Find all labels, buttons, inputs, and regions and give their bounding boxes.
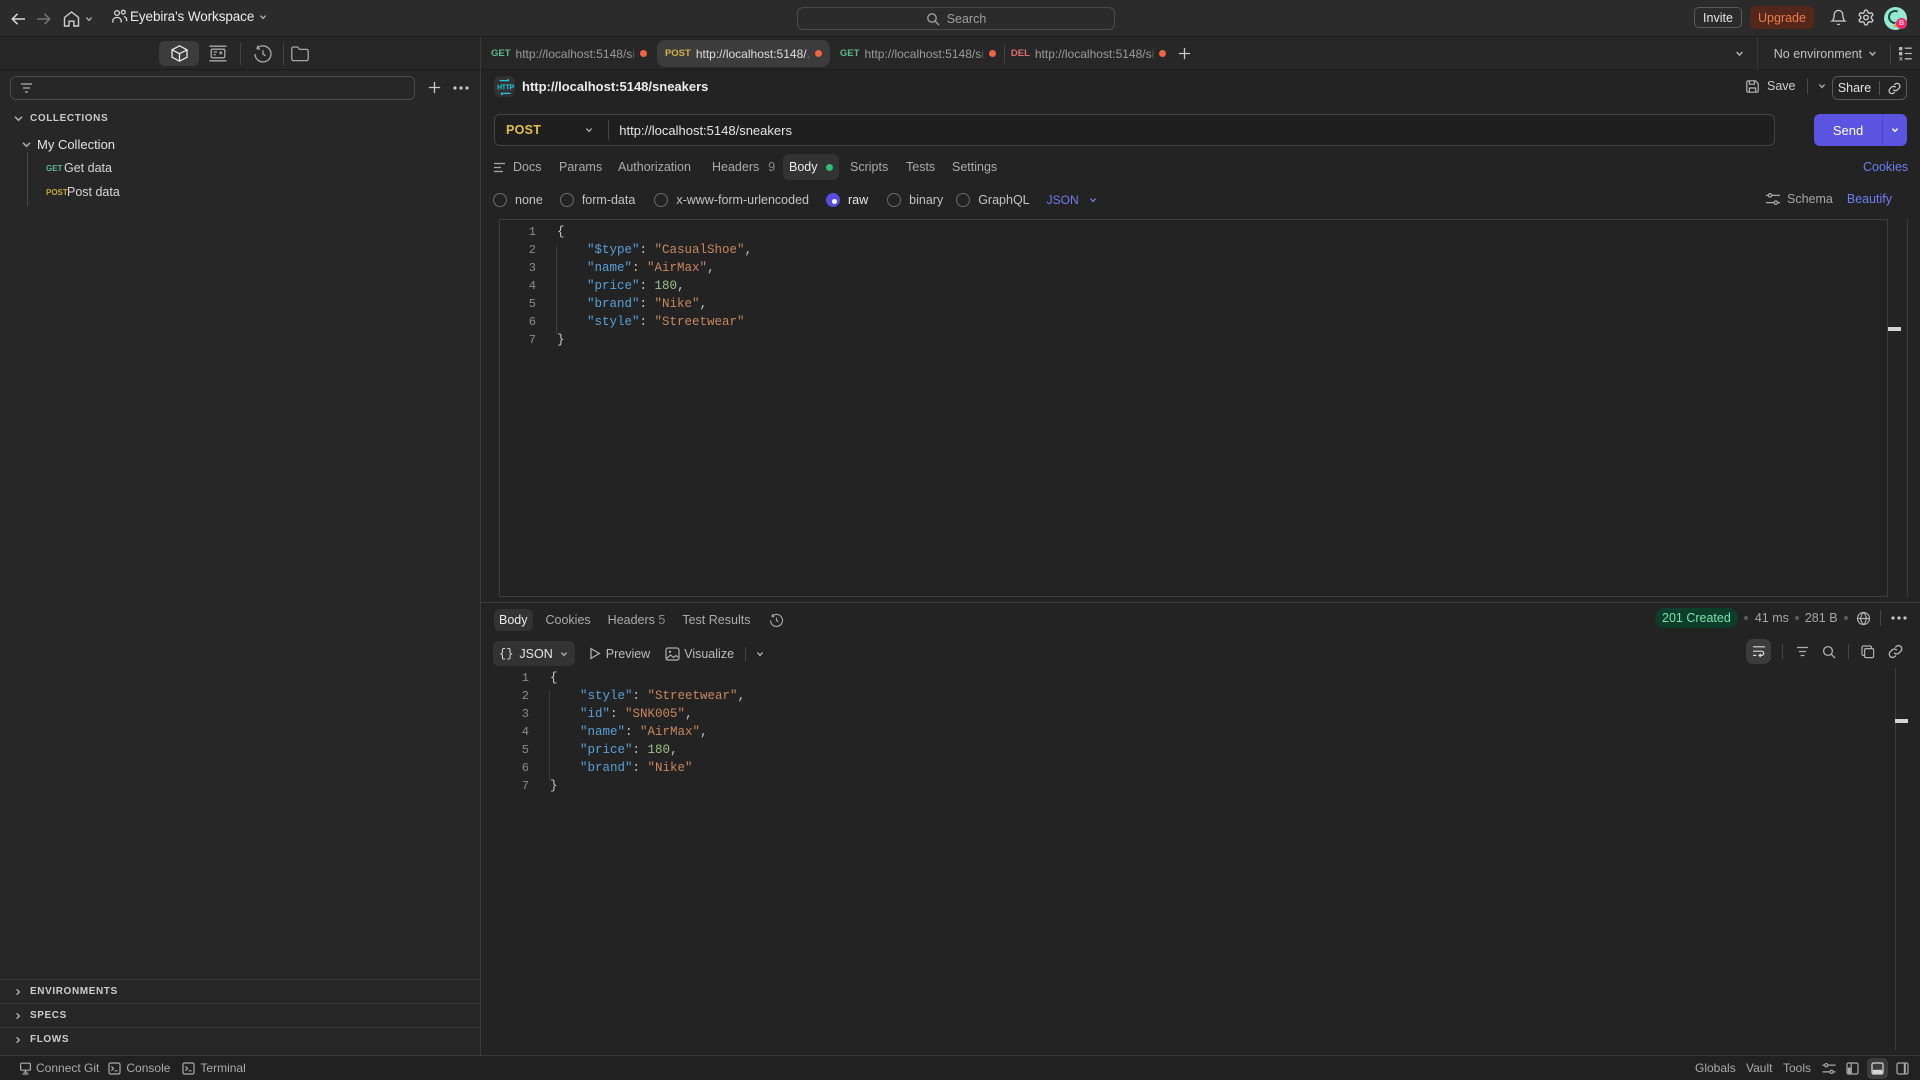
svg-text:x: x [1899, 56, 1903, 62]
svg-text:HTTP: HTTP [497, 84, 514, 91]
